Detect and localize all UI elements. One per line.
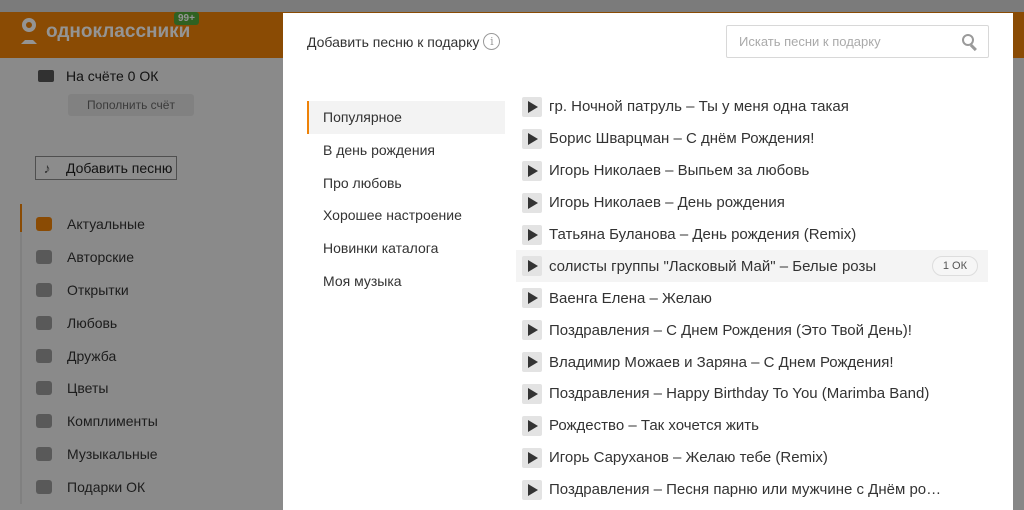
modal-title-text: Добавить песню к подарку xyxy=(307,33,480,50)
add-song-modal: Добавить песню к подарку i ПопулярноеВ д… xyxy=(283,13,1013,510)
song-row[interactable]: Поздравления – Песня парню или мужчине с… xyxy=(516,474,988,506)
play-icon[interactable] xyxy=(522,192,542,213)
play-icon[interactable] xyxy=(522,288,542,309)
song-row[interactable]: Ваенга Елена – Желаю xyxy=(516,282,988,314)
play-icon[interactable] xyxy=(522,352,542,373)
song-row[interactable]: Татьяна Буланова – День рождения (Remix) xyxy=(516,219,988,251)
play-icon[interactable] xyxy=(522,447,542,468)
song-title: Татьяна Буланова – День рождения (Remix) xyxy=(549,226,857,243)
song-category-item[interactable]: Популярное xyxy=(307,101,505,134)
song-row[interactable]: Поздравления – С Днем Рождения (Это Твой… xyxy=(516,314,988,346)
song-category-item[interactable]: Новинки каталога xyxy=(307,232,505,265)
song-title: Игорь Николаев – Выпьем за любовь xyxy=(549,162,810,180)
song-title: Борис Шварцман – С днём Рождения! xyxy=(549,130,815,148)
modal-title: Добавить песню к подарку i xyxy=(307,33,501,50)
song-row[interactable]: Игорь Саруханов – Желаю тебе (Remix) xyxy=(516,442,988,474)
play-icon[interactable] xyxy=(522,383,542,404)
play-icon[interactable] xyxy=(522,320,542,341)
play-icon[interactable] xyxy=(522,415,542,436)
song-category-item[interactable]: Про любовь xyxy=(307,167,505,200)
search-icon[interactable] xyxy=(962,34,978,52)
song-row[interactable]: Борис Шварцман – С днём Рождения! xyxy=(516,123,988,155)
song-row[interactable]: Игорь Николаев – День рождения xyxy=(516,187,988,219)
play-icon[interactable] xyxy=(522,256,542,277)
song-row[interactable]: Владимир Можаев и Заряна – С Днем Рожден… xyxy=(516,346,988,378)
song-category-list: Популярное В день рождения Про любовь Хорош… xyxy=(307,101,505,298)
song-row[interactable]: Рождество – Так хочется жить xyxy=(516,410,988,442)
play-icon[interactable] xyxy=(522,479,542,500)
song-title: Владимир Можаев и Заряна – С Днем Рожден… xyxy=(549,353,894,371)
song-title: Игорь Николаев – День рождения xyxy=(549,194,785,212)
play-icon[interactable] xyxy=(522,128,542,149)
info-icon[interactable]: i xyxy=(483,33,501,50)
song-category-item[interactable]: В день рождения xyxy=(307,134,505,167)
song-title: Поздравления – С Днем Рождения (Это Твой… xyxy=(549,321,912,339)
play-icon[interactable] xyxy=(522,96,542,117)
song-title: Игорь Саруханов – Желаю тебе (Remix) xyxy=(549,449,828,467)
song-title: Поздравления – Happy Birthday To You (Ma… xyxy=(549,385,930,403)
play-icon[interactable] xyxy=(522,160,542,181)
song-row[interactable]: гр. Ночной патруль – Ты у меня одна така… xyxy=(516,91,988,123)
song-title: Ваенга Елена – Желаю xyxy=(549,289,712,307)
song-title: гр. Ночной патруль – Ты у меня одна така… xyxy=(549,98,849,116)
play-icon[interactable] xyxy=(522,224,542,245)
song-row[interactable]: Игорь Николаев – Выпьем за любовь xyxy=(516,155,988,187)
song-price-button[interactable]: 1 ОК xyxy=(931,256,978,277)
song-row[interactable]: солисты группы "Ласковый Май" – Белые ро… xyxy=(516,250,988,283)
song-title: Рождество – Так хочется жить xyxy=(549,417,759,435)
song-category-item[interactable]: Хорошее настроение xyxy=(307,199,505,232)
song-title: Поздравления – Песня парню или мужчине с… xyxy=(549,481,942,499)
song-category-item[interactable]: Моя музыка xyxy=(307,265,505,298)
song-title: солисты группы "Ласковый Май" – Белые ро… xyxy=(549,257,877,275)
song-list: гр. Ночной патруль – Ты у меня одна така… xyxy=(516,91,988,506)
song-search-input[interactable] xyxy=(727,26,955,57)
song-row[interactable]: Поздравления – Happy Birthday To You (Ma… xyxy=(516,378,988,410)
song-search xyxy=(726,25,989,58)
